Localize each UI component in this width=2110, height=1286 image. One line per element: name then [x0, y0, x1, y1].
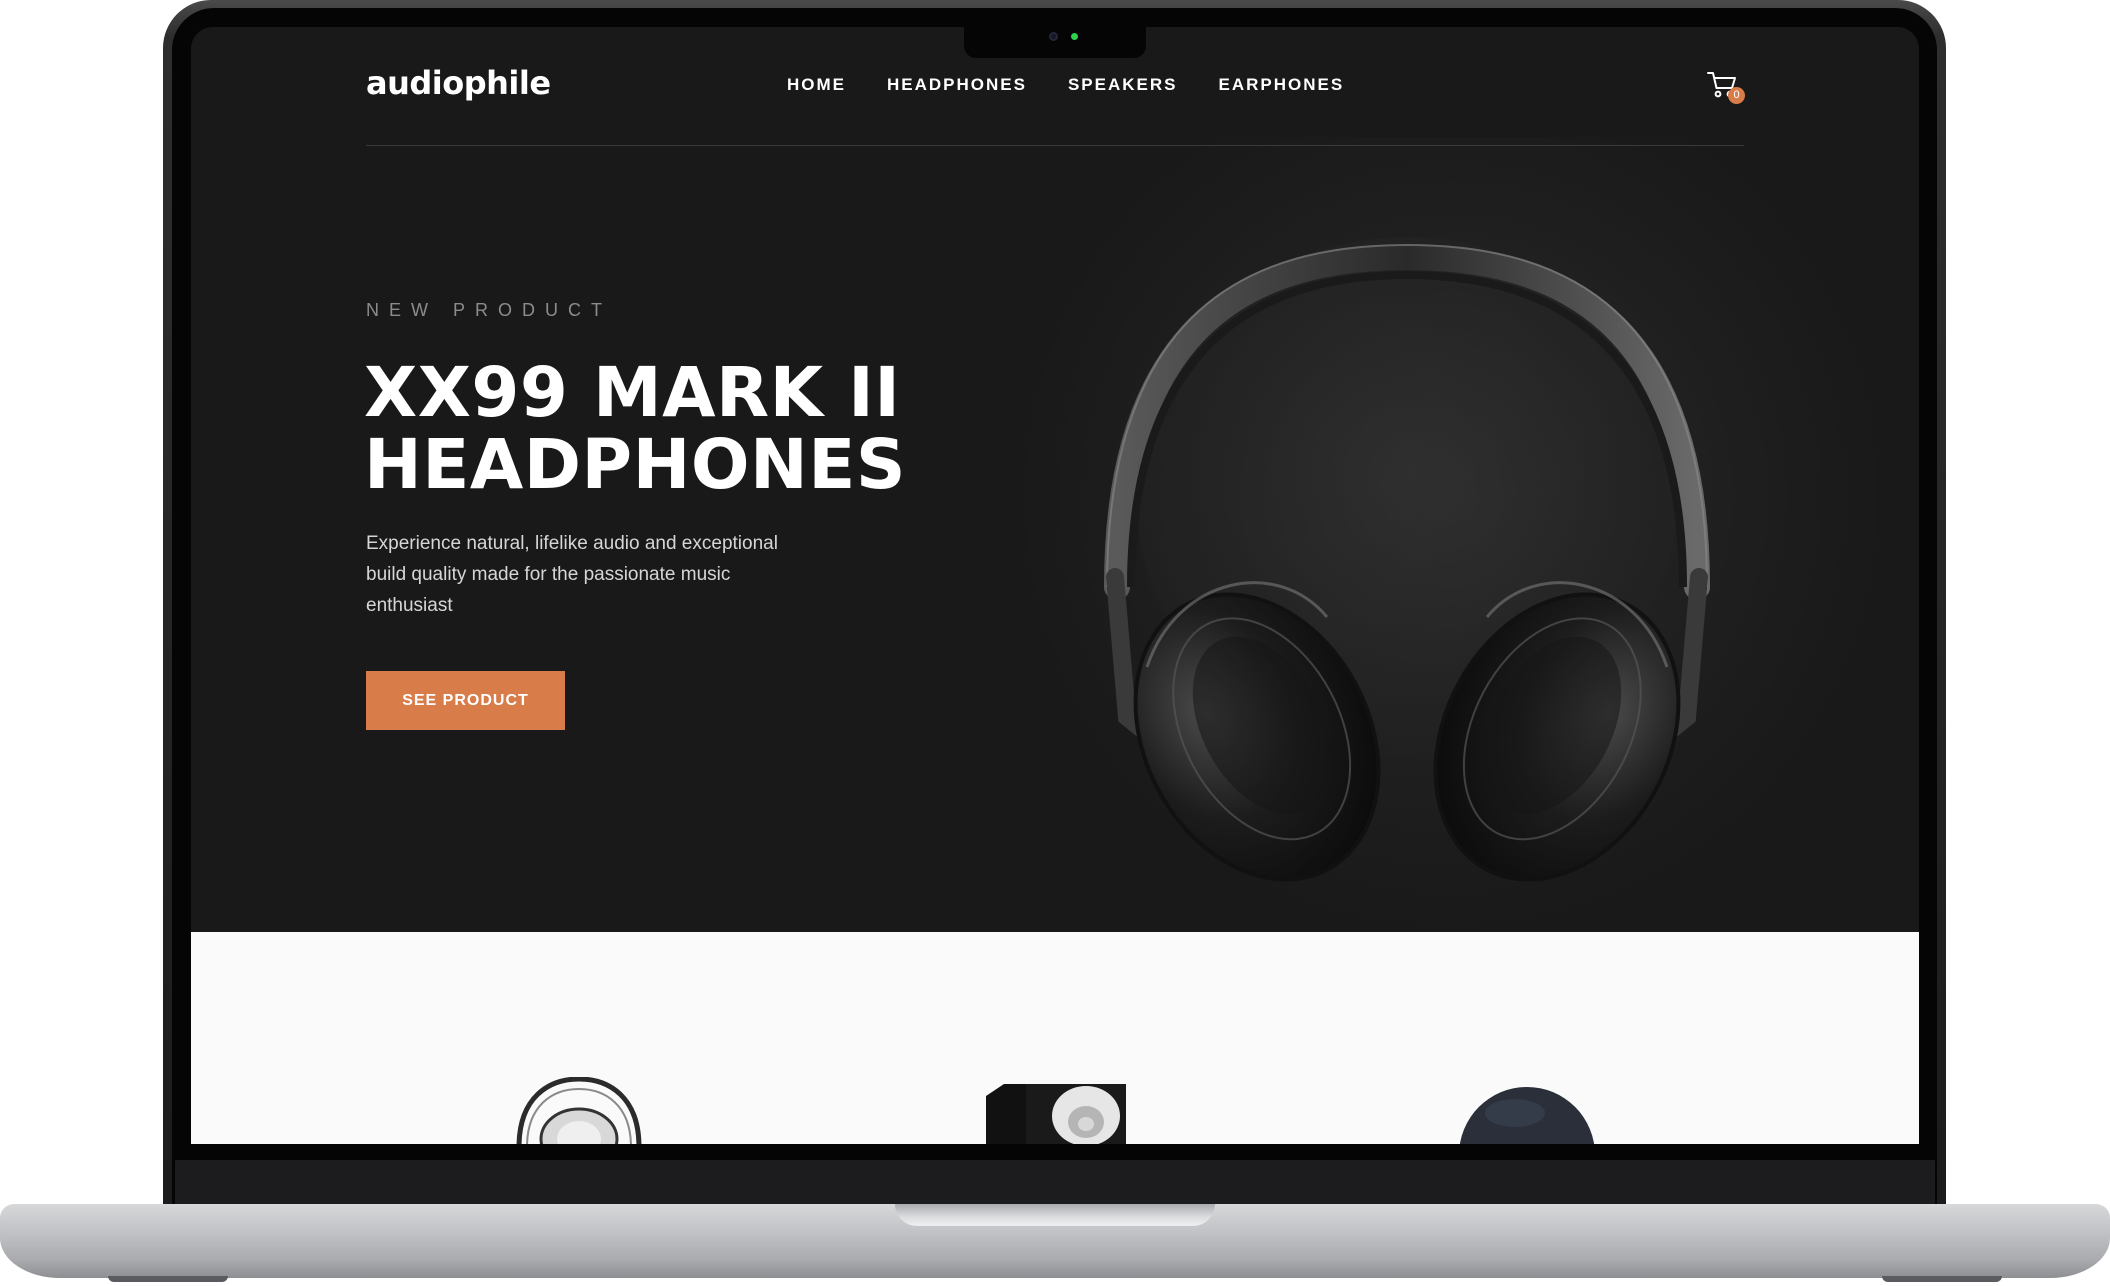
headphones-image	[1104, 237, 1710, 882]
hero-section: audiophile HOME HEADPHONES SPEAKERS EARP…	[191, 27, 1919, 932]
hero-title-line-1: XX99 MARK II	[364, 353, 901, 433]
laptop-base-notch	[895, 1204, 1215, 1226]
category-section	[191, 932, 1919, 1144]
hero-title-line-2: HEADPHONES	[364, 425, 907, 505]
hero-overline: NEW PRODUCT	[366, 300, 612, 320]
hero-description: Experience natural, lifelike audio and e…	[366, 533, 778, 616]
nav-link-earphones[interactable]: EARPHONES	[1219, 75, 1345, 95]
laptop-mockup: audiophile HOME HEADPHONES SPEAKERS EARP…	[0, 0, 2110, 1286]
nav-link-speakers[interactable]: SPEAKERS	[1068, 75, 1178, 95]
see-product-button[interactable]: SEE PRODUCT	[366, 671, 565, 730]
nav-link-home[interactable]: HOME	[787, 75, 846, 95]
speaker-thumbnail[interactable]	[986, 1082, 1126, 1144]
earphones-thumbnail[interactable]	[1457, 1085, 1597, 1144]
cart-button[interactable]: 0	[1706, 69, 1745, 104]
laptop-foot-right	[1882, 1276, 2002, 1282]
headphones-thumbnail[interactable]	[509, 1077, 649, 1144]
cart-count-badge: 0	[1728, 87, 1745, 104]
laptop-foot-left	[108, 1276, 228, 1282]
nav-link-headphones[interactable]: HEADPHONES	[887, 75, 1027, 95]
laptop-chin	[175, 1160, 1935, 1205]
site-logo[interactable]: audiophile	[366, 64, 551, 102]
camera-notch	[964, 20, 1146, 58]
browser-screen: audiophile HOME HEADPHONES SPEAKERS EARP…	[191, 27, 1919, 1144]
camera-indicator-icon	[1071, 33, 1078, 40]
hero-title: XX99 MARK II HEADPHONES	[364, 357, 924, 501]
main-navigation: HOME HEADPHONES SPEAKERS EARPHONES	[787, 75, 1344, 95]
camera-lens-icon	[1049, 32, 1058, 41]
